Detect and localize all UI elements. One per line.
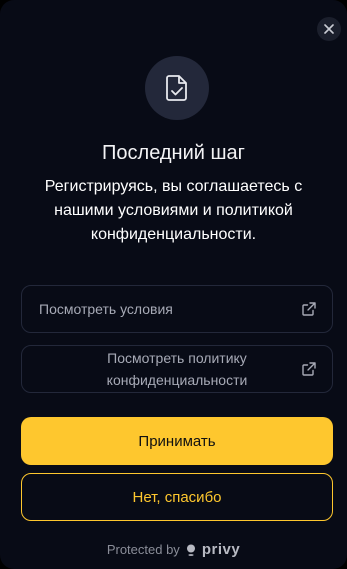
protected-by-footer: Protected by privy: [0, 541, 347, 558]
external-link-icon: [302, 362, 316, 376]
view-privacy-policy-label: Посмотреть политику конфиденциальности: [106, 350, 248, 388]
external-link-icon: [302, 302, 316, 316]
protected-by-label: Protected by: [106, 542, 180, 557]
modal-subtitle: Регистрируясь, вы соглашаетесь с нашими …: [44, 178, 303, 243]
close-button[interactable]: [317, 17, 341, 41]
document-check-icon: [166, 75, 187, 101]
terms-modal: Последний шаг Регистрируясь, вы соглашае…: [0, 0, 347, 569]
decline-button[interactable]: Нет, спасибо: [21, 473, 333, 521]
header-icon-circle: [145, 56, 209, 120]
modal-title: Последний шаг: [102, 142, 245, 164]
accept-button[interactable]: Принимать: [21, 417, 333, 465]
view-terms-button[interactable]: Посмотреть условия: [21, 285, 333, 333]
privy-brand: privy: [201, 541, 241, 558]
view-privacy-policy-button[interactable]: Посмотреть политику конфиденциальности: [21, 345, 333, 393]
close-icon: [324, 24, 334, 34]
privy-logo-icon: [186, 544, 195, 556]
view-terms-label: Посмотреть условия: [39, 301, 173, 317]
